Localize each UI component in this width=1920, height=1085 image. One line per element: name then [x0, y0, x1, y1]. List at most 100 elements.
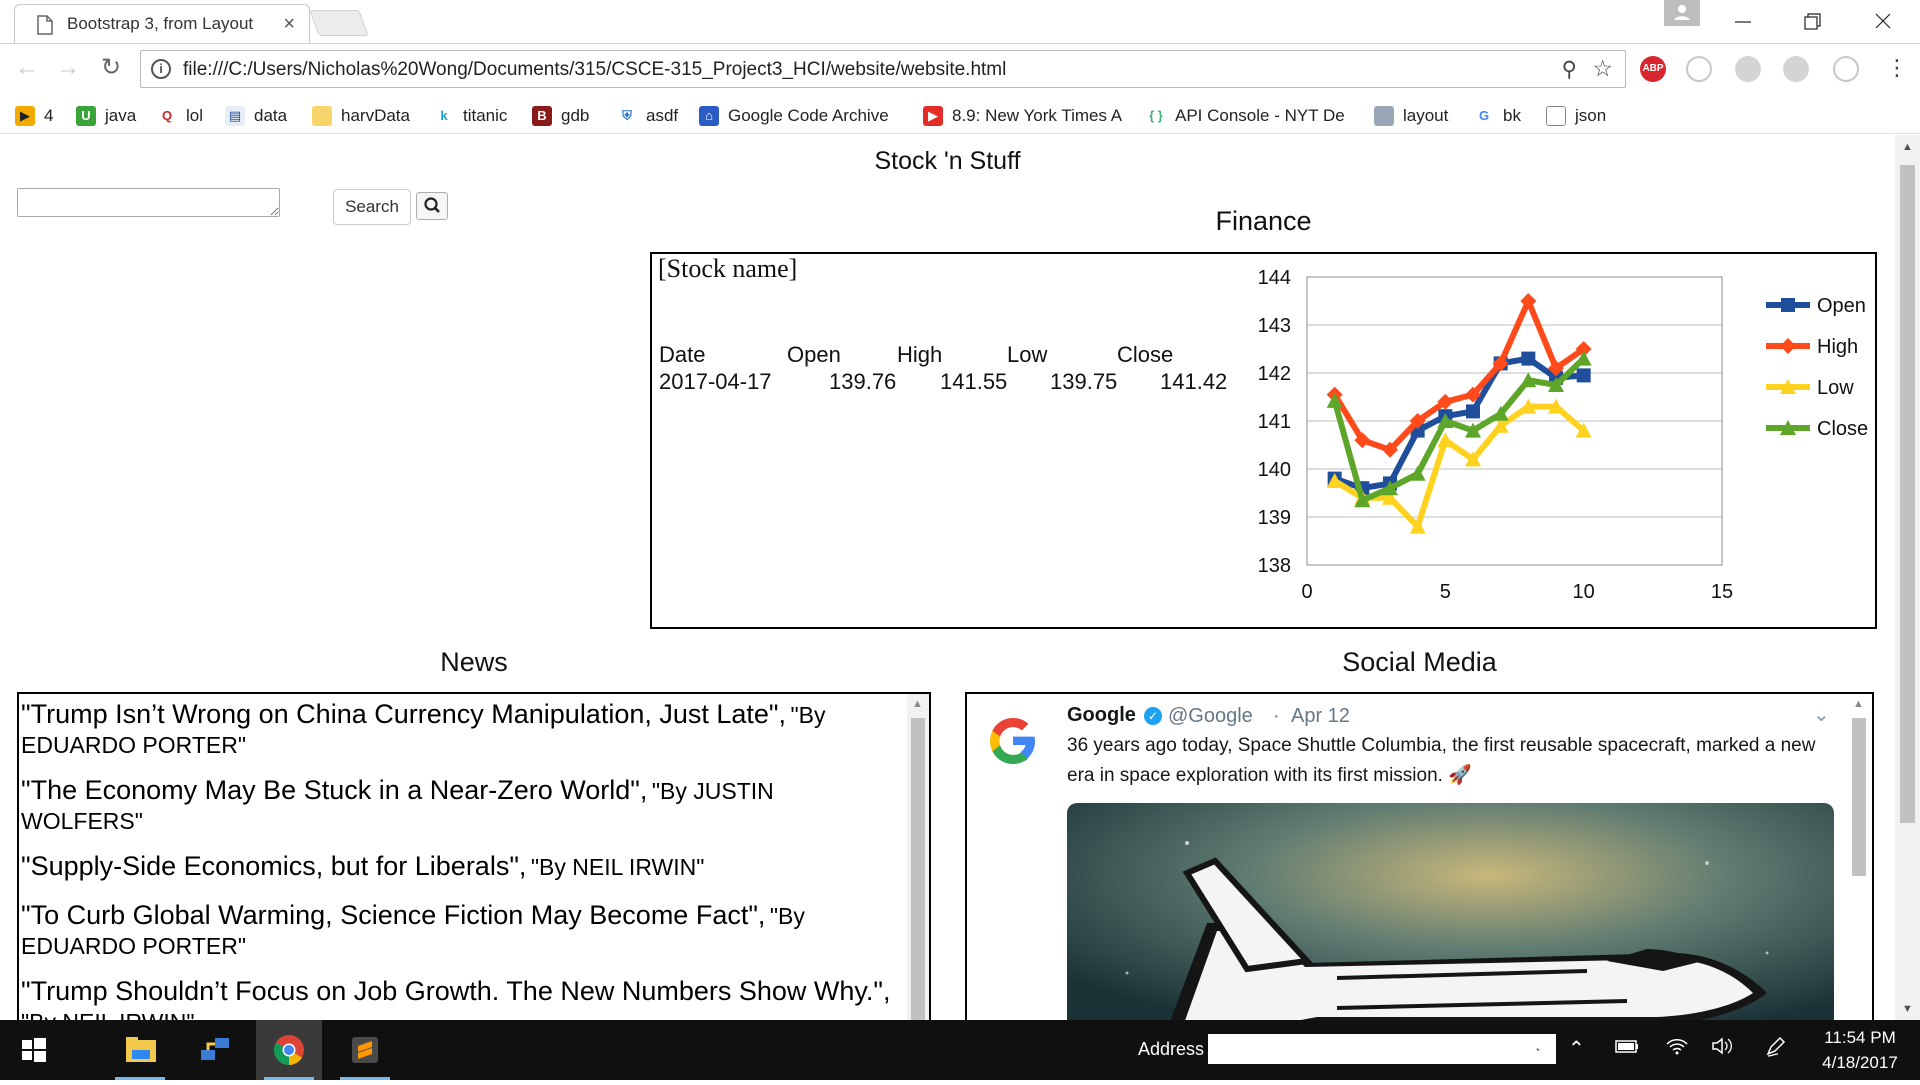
page-icon [37, 15, 53, 35]
bookmark-item[interactable]: ⌂ Google Code Archive [699, 103, 889, 129]
menu-kebab-icon[interactable]: ⋮ [1881, 52, 1913, 84]
bookmark-item[interactable]: Qlol [157, 103, 203, 129]
profile-icon[interactable] [1664, 0, 1700, 26]
bookmark-item[interactable]: { } API Console - NYT De [1146, 103, 1345, 129]
back-arrow-icon[interactable]: ← [11, 52, 43, 84]
scrollbar-thumb[interactable] [1852, 718, 1866, 876]
bookmark-item[interactable]: Ujava [76, 103, 136, 129]
tab-title: Bootstrap 3, from Layout [67, 14, 254, 33]
bookmark-item[interactable]: ▤ data [225, 103, 287, 129]
scroll-up-arrow-icon[interactable]: ▲ [912, 698, 923, 710]
y-tick-label: 138 [1258, 555, 1291, 577]
bookmark-item[interactable]: Gbk [1474, 103, 1521, 129]
column-header: Date [659, 342, 706, 367]
tweet-author-name[interactable]: Google [1067, 704, 1136, 727]
scroll-up-arrow-icon[interactable]: ▲ [1853, 698, 1864, 710]
u-icon: U [76, 106, 96, 126]
bookmark-item[interactable]: layout [1374, 103, 1448, 129]
bookmark-item[interactable]: harvData [312, 103, 410, 129]
stock-line-chart: 138 139 140 141 142 143 144 0 5 10 15 Open High Low Cl… [1258, 267, 1869, 603]
y-tick-label: 144 [1258, 267, 1291, 289]
google-icon: G [1474, 106, 1494, 126]
bookmark-item[interactable]: ▶ 8.9: New York Times A [923, 103, 1122, 129]
search-icon-button[interactable] [416, 192, 448, 220]
news-item[interactable]: "Trump Isn’t Wrong on China Currency Man… [21, 701, 901, 762]
battery-icon[interactable] [1614, 1036, 1640, 1062]
clock-date[interactable]: 4/18/2017 [1810, 1053, 1910, 1073]
address-toolbar-label: Address [1138, 1039, 1205, 1059]
shield-icon: ⛨ [617, 106, 637, 126]
close-window-button[interactable] [1856, 6, 1910, 36]
quote-date: 2017-04-17 [659, 369, 772, 394]
volume-icon[interactable] [1710, 1036, 1736, 1062]
search-input[interactable] [17, 188, 280, 217]
extension-globe-icon[interactable] [1735, 56, 1761, 82]
space-shuttle-illustration[interactable] [1067, 803, 1834, 1020]
news-item[interactable]: "The Economy May Be Stuck in a Near-Zero… [21, 777, 901, 838]
bookmark-item[interactable]: Bgdb [532, 103, 589, 129]
news-panel: "Trump Isn’t Wrong on China Currency Man… [17, 692, 931, 1020]
bookmarks-bar: ▶ 4 Ujava Qlol ▤ data harvData k titanic Bg… [0, 99, 1920, 134]
browser-tab[interactable]: Bootstrap 3, from Layout × [14, 4, 310, 44]
go-refresh-icon[interactable]: ↻ [1528, 1034, 1546, 1060]
tweet-date[interactable]: Apr 12 [1291, 705, 1350, 728]
social-scrollbar[interactable]: ▲ [1848, 694, 1870, 1020]
scrollbar-thumb[interactable] [911, 718, 925, 1020]
wifi-icon[interactable] [1664, 1036, 1690, 1062]
search-icon [424, 197, 440, 213]
y-tick-label: 141 [1258, 411, 1291, 433]
address-toolbar-input[interactable]: ⌄ [1208, 1034, 1556, 1064]
tab-strip: Bootstrap 3, from Layout × [0, 0, 1920, 44]
extension-search-icon[interactable] [1686, 56, 1712, 82]
y-tick-label: 142 [1258, 363, 1291, 385]
clock-time[interactable]: 11:54 PM [1810, 1028, 1910, 1048]
extension-json-icon[interactable] [1833, 56, 1859, 82]
start-button[interactable] [0, 1020, 66, 1080]
news-scrollbar[interactable]: ▲ [907, 694, 929, 1020]
minimize-button[interactable] [1716, 6, 1770, 36]
extension-wappalyzer-icon[interactable] [1783, 56, 1809, 82]
scrollbar-thumb[interactable] [1900, 165, 1915, 823]
scroll-up-arrow-icon[interactable]: ▲ [1902, 141, 1913, 153]
bookmark-item[interactable]: k titanic [434, 103, 507, 129]
scroll-down-arrow-icon[interactable]: ▼ [1902, 1003, 1913, 1015]
bookmark-item[interactable]: ▶ 4 [15, 103, 53, 129]
news-item[interactable]: "Trump Shouldn’t Focus on Job Growth. Th… [21, 978, 901, 1021]
page-content: Stock 'n Stuff Search Finance [Stock nam… [0, 135, 1895, 1020]
pen-icon[interactable] [1764, 1036, 1790, 1064]
sublime-text-icon[interactable] [332, 1020, 398, 1080]
finance-heading: Finance [1215, 206, 1312, 236]
chrome-icon[interactable] [256, 1020, 322, 1080]
chevron-up-icon[interactable]: ⌃ [1568, 1036, 1585, 1061]
info-icon[interactable]: i [151, 59, 171, 79]
tab-close-icon[interactable]: × [283, 13, 295, 36]
social-heading: Social Media [1342, 647, 1497, 677]
news-item[interactable]: "To Curb Global Warming, Science Fiction… [21, 902, 901, 963]
tweet-author-handle[interactable]: @Google [1168, 705, 1253, 728]
page-scrollbar[interactable]: ▲ ▼ [1895, 135, 1920, 1020]
search-button[interactable]: Search [333, 189, 411, 225]
bookmark-item[interactable]: ⛨ asdf [617, 103, 678, 129]
legend-label: Low [1817, 377, 1854, 399]
quote-open: 139.76 [829, 369, 897, 394]
network-app-icon[interactable] [181, 1020, 247, 1080]
file-explorer-icon[interactable] [107, 1020, 173, 1080]
google-logo-icon[interactable] [981, 708, 1045, 772]
be-icon: B [532, 106, 552, 126]
k-icon: k [434, 106, 454, 126]
browser-toolbar: ← → ↻ i file:///C:/Users/Nicholas%20Wong… [0, 43, 1920, 99]
play-icon: ▶ [15, 106, 35, 126]
reload-icon[interactable]: ↻ [95, 52, 127, 84]
y-tick-label: 140 [1258, 459, 1291, 481]
forward-arrow-icon[interactable]: → [52, 52, 84, 84]
chevron-down-icon[interactable]: ⌄ [1813, 702, 1830, 727]
address-bar[interactable]: i file:///C:/Users/Nicholas%20Wong/Docum… [140, 50, 1626, 88]
bookmark-star-icon[interactable]: ☆ [1592, 55, 1613, 82]
zoom-icon[interactable]: ⚲ [1562, 57, 1577, 82]
news-item[interactable]: "Supply-Side Economics, but for Liberals… [21, 853, 901, 884]
new-tab-button[interactable] [309, 10, 369, 36]
adblock-icon[interactable]: ABP [1640, 56, 1666, 82]
bookmark-item[interactable]: json [1546, 103, 1606, 129]
column-header: Close [1117, 342, 1174, 367]
restore-button[interactable] [1786, 6, 1840, 36]
